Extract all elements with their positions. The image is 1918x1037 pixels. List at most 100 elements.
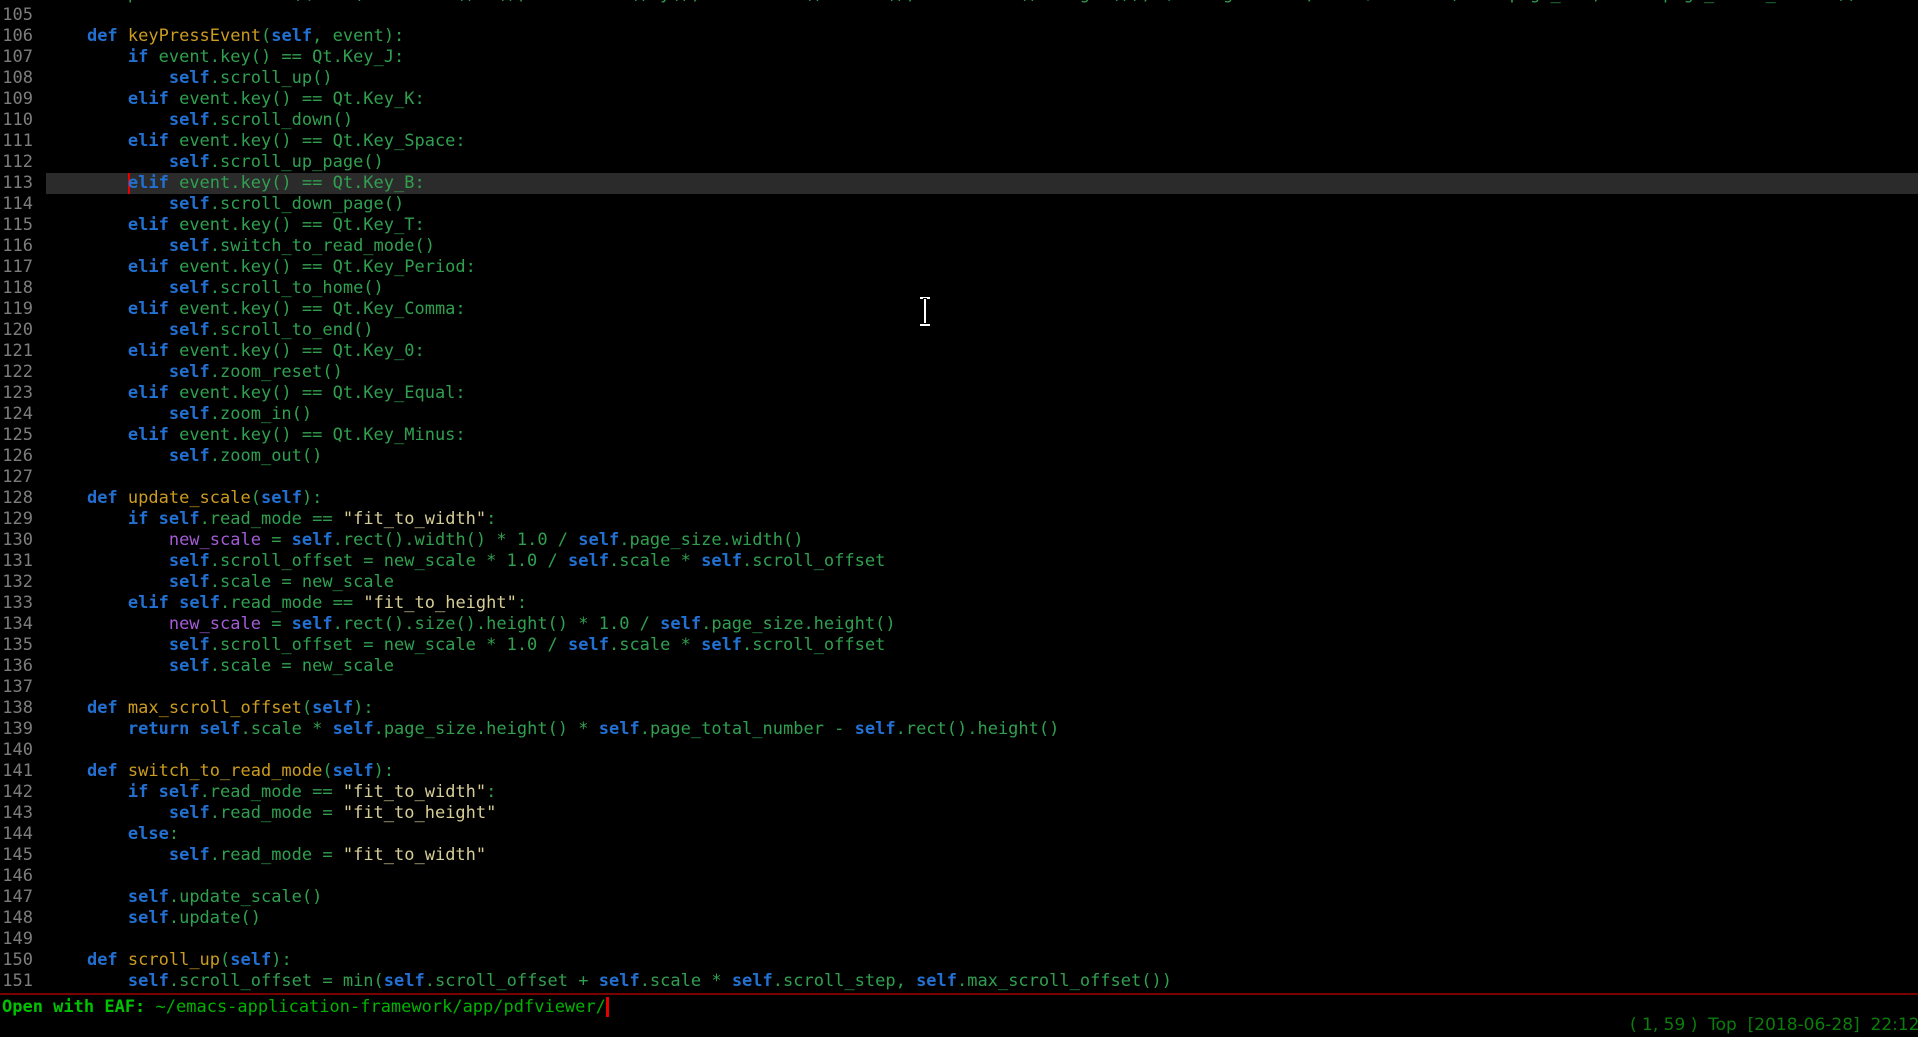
line-number: 131 [0,551,33,572]
line-number: 147 [0,887,33,908]
line-number: 148 [0,908,33,929]
code-line[interactable]: 127 [0,467,1918,488]
code-line[interactable]: 148 self.update() [0,908,1918,929]
line-number: 115 [0,215,33,236]
minibuffer[interactable]: Open with EAF: ~/emacs-application-frame… [2,996,609,1018]
code-line-text: elif event.key() == Qt.Key_Equal: [46,383,1918,404]
code-line[interactable]: 108 self.scroll_up() [0,68,1918,89]
line-number: 138 [0,698,33,719]
code-line[interactable]: 143 self.read_mode = "fit_to_height" [0,803,1918,824]
code-line[interactable]: 132 self.scale = new_scale [0,572,1918,593]
code-line[interactable]: 149 [0,929,1918,950]
code-line[interactable]: 121 elif event.key() == Qt.Key_0: [0,341,1918,362]
line-number: 151 [0,971,33,992]
code-line[interactable]: 107 if event.key() == Qt.Key_J: [0,47,1918,68]
code-line[interactable]: 124 self.zoom_in() [0,404,1918,425]
code-line-text: def keyPressEvent(self, event): [46,26,1918,47]
line-number: 106 [0,26,33,47]
code-line[interactable]: 118 self.scroll_to_home() [0,278,1918,299]
code-line[interactable]: 136 self.scale = new_scale [0,656,1918,677]
code-line[interactable]: 111 elif event.key() == Qt.Key_Space: [0,131,1918,152]
line-number: 141 [0,761,33,782]
code-line[interactable]: 131 self.scroll_offset = new_scale * 1.0… [0,551,1918,572]
code-line[interactable]: 150 def scroll_up(self): [0,950,1918,971]
line-number: 135 [0,635,33,656]
code-line[interactable]: 147 self.update_scale() [0,887,1918,908]
code-line[interactable]: 114 self.scroll_down_page() [0,194,1918,215]
code-line[interactable]: 141 def switch_to_read_mode(self): [0,761,1918,782]
code-line[interactable]: 112 self.scroll_up_page() [0,152,1918,173]
line-number: 122 [0,362,33,383]
code-line[interactable]: 139 return self.scale * self.page_size.h… [0,719,1918,740]
code-line[interactable]: 125 elif event.key() == Qt.Key_Minus: [0,425,1918,446]
code-line[interactable]: 116 self.switch_to_read_mode() [0,236,1918,257]
line-number: 123 [0,383,33,404]
line-number: 136 [0,656,33,677]
code-line-text: elif event.key() == Qt.Key_T: [46,215,1918,236]
line-number: 146 [0,866,33,887]
line-number: 105 [0,5,33,26]
code-line[interactable]: 129 if self.read_mode == "fit_to_width": [0,509,1918,530]
code-editor-buffer[interactable]: painter.drawText(QRect(self.rect().x(), … [0,0,1918,992]
line-number: 112 [0,152,33,173]
code-line[interactable]: 109 elif event.key() == Qt.Key_K: [0,89,1918,110]
code-line-text: self.scroll_down_page() [46,194,1918,215]
code-line-text: self.read_mode = "fit_to_width" [46,845,1918,866]
code-line[interactable]: 119 elif event.key() == Qt.Key_Comma: [0,299,1918,320]
code-line-text: if event.key() == Qt.Key_J: [46,47,1918,68]
code-line-text: else: [46,824,1918,845]
code-line-text: def max_scroll_offset(self): [46,698,1918,719]
code-line[interactable]: 130 new_scale = self.rect().width() * 1.… [0,530,1918,551]
line-number: 145 [0,845,33,866]
line-number: 107 [0,47,33,68]
code-line[interactable]: 146 [0,866,1918,887]
code-line[interactable]: 122 self.zoom_reset() [0,362,1918,383]
code-line[interactable]: 123 elif event.key() == Qt.Key_Equal: [0,383,1918,404]
code-line[interactable]: 120 self.scroll_to_end() [0,320,1918,341]
minibuffer-text-cursor [606,997,609,1017]
code-line[interactable]: 137 [0,677,1918,698]
line-number: 130 [0,530,33,551]
code-line[interactable]: 115 elif event.key() == Qt.Key_T: [0,215,1918,236]
code-line-text: return self.scale * self.page_size.heigh… [46,719,1918,740]
code-line[interactable]: 117 elif event.key() == Qt.Key_Period: [0,257,1918,278]
code-line-text: self.scroll_to_home() [46,278,1918,299]
code-line-text: elif self.read_mode == "fit_to_height": [46,593,1918,614]
line-number: 117 [0,257,33,278]
line-number: 142 [0,782,33,803]
line-number: 113 [0,173,33,194]
code-line-text [46,740,1918,761]
code-line[interactable]: 113 elif event.key() == Qt.Key_B: [0,173,1918,194]
code-line[interactable]: 138 def max_scroll_offset(self): [0,698,1918,719]
code-line-text [46,866,1918,887]
code-line[interactable]: 110 self.scroll_down() [0,110,1918,131]
code-line[interactable]: 144 else: [0,824,1918,845]
code-line[interactable]: 105 [0,5,1918,26]
code-line-text: self.scroll_offset = min(self.scroll_off… [46,971,1918,992]
code-line-text: self.zoom_reset() [46,362,1918,383]
code-line-text: self.scale = new_scale [46,572,1918,593]
code-line-text: def scroll_up(self): [46,950,1918,971]
code-line-text: elif event.key() == Qt.Key_Minus: [46,425,1918,446]
code-line-text: elif event.key() == Qt.Key_K: [46,89,1918,110]
code-line[interactable]: 135 self.scroll_offset = new_scale * 1.0… [0,635,1918,656]
code-line[interactable]: 128 def update_scale(self): [0,488,1918,509]
code-line[interactable]: 145 self.read_mode = "fit_to_width" [0,845,1918,866]
line-number: 133 [0,593,33,614]
minibuffer-prompt: Open with EAF: [2,997,156,1017]
line-number: 119 [0,299,33,320]
line-number: 134 [0,614,33,635]
minibuffer-separator [0,993,1918,995]
line-number: 120 [0,320,33,341]
code-line[interactable]: 140 [0,740,1918,761]
code-line[interactable]: 106 def keyPressEvent(self, event): [0,26,1918,47]
code-line[interactable]: 134 new_scale = self.rect().size().heigh… [0,614,1918,635]
line-number: 111 [0,131,33,152]
code-line-text: self.scroll_offset = new_scale * 1.0 / s… [46,635,1918,656]
code-line[interactable]: 126 self.zoom_out() [0,446,1918,467]
code-line[interactable]: 133 elif self.read_mode == "fit_to_heigh… [0,593,1918,614]
minibuffer-input[interactable]: ~/emacs-application-framework/app/pdfvie… [156,997,606,1017]
line-number: 132 [0,572,33,593]
code-line[interactable]: 151 self.scroll_offset = min(self.scroll… [0,971,1918,992]
code-line[interactable]: 142 if self.read_mode == "fit_to_width": [0,782,1918,803]
